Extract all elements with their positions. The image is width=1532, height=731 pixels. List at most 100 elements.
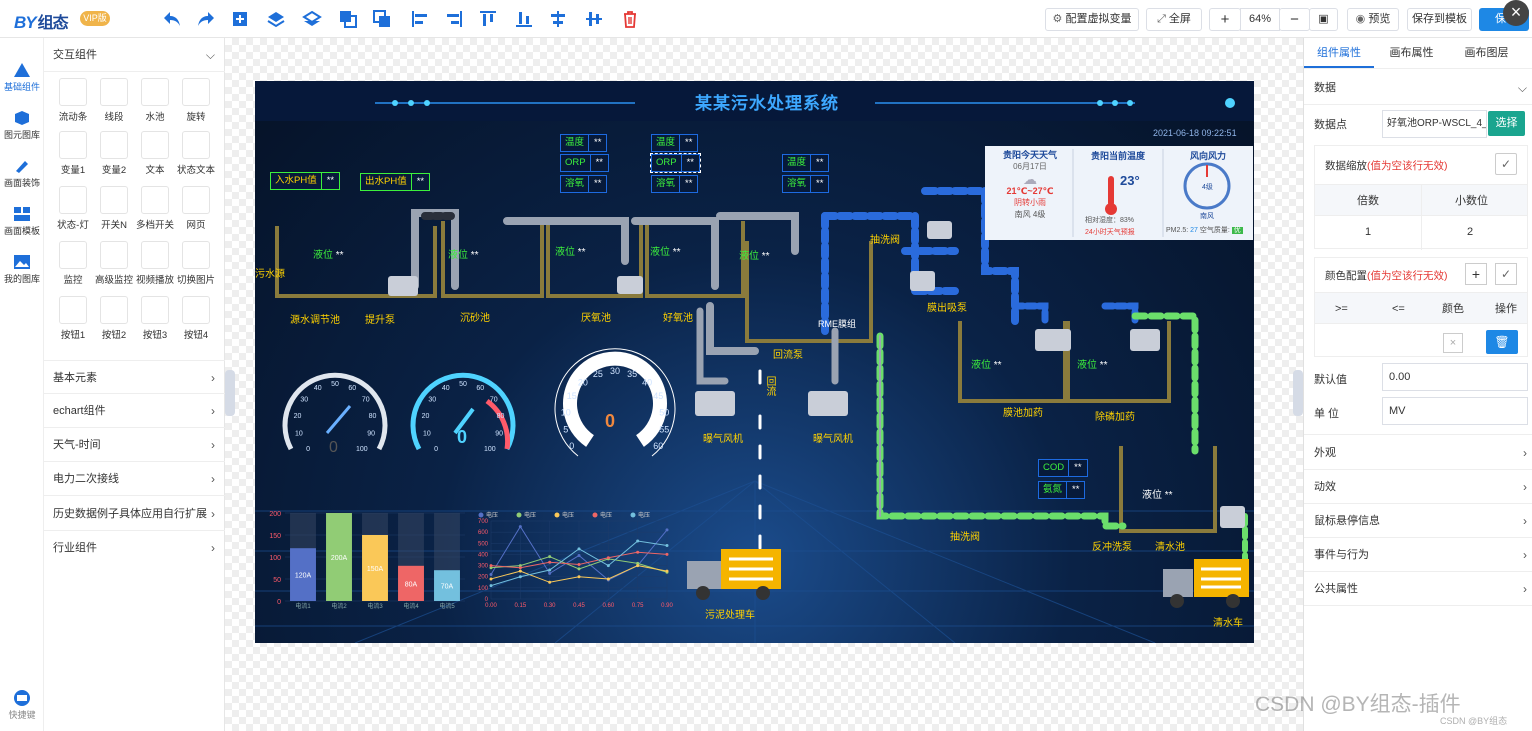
component-item[interactable]: 高级监控 (94, 241, 134, 293)
section-history-data[interactable]: 历史数据例子具体应用自行扩展 › (44, 497, 225, 531)
aerobic-orp-selected[interactable]: ORP ** (650, 153, 701, 173)
chevron-down-icon: ⌵ (205, 48, 215, 62)
component-item[interactable]: 视频播放 (135, 241, 175, 293)
component-item[interactable]: 按钮3 (135, 296, 175, 348)
virtual-var-button[interactable]: ⚙ 配置虚拟变量 (1045, 8, 1139, 31)
line-xtick: 0.30 (544, 603, 556, 609)
membrane-temp[interactable]: 温度 ** (782, 154, 830, 172)
scale-confirm-button[interactable]: ✓ (1495, 153, 1517, 175)
component-item[interactable]: 水池 (135, 78, 175, 130)
outlet-ph-value[interactable]: 出水PH值 ** (360, 173, 431, 191)
right-collapse-handle[interactable] (1293, 370, 1303, 416)
default-value-input[interactable]: 0.00 (1382, 363, 1528, 391)
section-data[interactable]: 数据 ⌵ (1304, 71, 1532, 105)
rail-item-gallery[interactable]: 图元图库 (0, 104, 44, 148)
inlet-ph-value[interactable]: 入水PH值 ** (270, 172, 341, 190)
delete-row-button[interactable]: 🗑 (1486, 330, 1518, 354)
close-button[interactable]: × (1503, 0, 1529, 26)
section-power-wiring[interactable]: 电力二次接线 › (44, 462, 225, 496)
component-item[interactable]: 切换图片 (176, 241, 216, 293)
zoom-level[interactable]: 64% (1240, 8, 1280, 31)
undo-icon[interactable] (162, 9, 182, 29)
layer-up-icon[interactable] (266, 9, 286, 29)
layer-down-icon[interactable] (302, 9, 322, 29)
component-item[interactable]: 按钮1 (53, 296, 93, 348)
component-item[interactable]: 按钮2 (94, 296, 134, 348)
left-collapse-handle[interactable] (225, 370, 235, 416)
align-vcenter-icon[interactable] (548, 9, 568, 29)
section-weather-time[interactable]: 天气-时间 › (44, 428, 225, 462)
section-common[interactable]: 公共属性 › (1304, 572, 1532, 606)
anaerobic-oxygen[interactable]: 溶氧 ** (560, 175, 608, 193)
color-confirm-button[interactable]: ✓ (1495, 263, 1517, 285)
fit-screen-button[interactable]: ▣ (1309, 8, 1338, 31)
zoom-in-button[interactable]: + (1209, 8, 1241, 31)
editor-canvas[interactable]: 0 50 100 150 200 120A 电流1 200A 电流2 150A 电流3 80A 电流4 7… (225, 38, 1303, 731)
save-template-button[interactable]: 保存到模板 (1407, 8, 1472, 31)
bar-category-label: 电流1 (295, 602, 311, 610)
rail-item-decor[interactable]: 画面装饰 (0, 152, 44, 196)
unit-input[interactable]: MV (1382, 397, 1528, 425)
component-item[interactable]: 多档开关 (135, 186, 175, 238)
send-back-icon[interactable] (372, 9, 392, 29)
tab-canvas-props[interactable]: 画布属性 (1374, 38, 1449, 68)
component-item[interactable]: 线段 (94, 78, 134, 130)
section-appearance[interactable]: 外观 › (1304, 436, 1532, 470)
bar-ytick: 150 (269, 533, 281, 540)
section-basic-elements[interactable]: 基本元素 › (44, 360, 225, 394)
component-item[interactable]: 变量2 (94, 131, 134, 183)
anaerobic-orp[interactable]: ORP ** (560, 154, 609, 172)
new-layer-icon[interactable] (230, 9, 250, 29)
anaerobic-temp[interactable]: 温度 ** (560, 134, 608, 152)
component-item[interactable]: 文本 (135, 131, 175, 183)
select-datapoint-button[interactable]: 选择 (1488, 111, 1525, 136)
section-hover-info[interactable]: 鼠标悬停信息 › (1304, 504, 1532, 538)
tab-component-props[interactable]: 组件属性 (1304, 38, 1374, 68)
component-item[interactable]: 监控 (53, 241, 93, 293)
section-interactive[interactable]: 交互组件 ⌵ (44, 38, 225, 72)
section-animation[interactable]: 动效 › (1304, 470, 1532, 504)
align-bottom-icon[interactable] (514, 9, 534, 29)
cod-value[interactable]: COD ** (1038, 459, 1088, 477)
membrane-oxygen[interactable]: 溶氧 ** (782, 175, 830, 193)
component-label: 旋转 (186, 112, 206, 123)
color-swatch[interactable]: × (1443, 333, 1463, 353)
delete-icon[interactable] (620, 9, 640, 29)
align-top-icon[interactable] (478, 9, 498, 29)
tab-canvas-layers[interactable]: 画布图层 (1449, 38, 1524, 68)
rail-item-basic[interactable]: 基础组件 (0, 56, 44, 100)
component-item[interactable]: 网页 (176, 186, 216, 238)
section-events[interactable]: 事件与行为 › (1304, 538, 1532, 572)
fullscreen-button[interactable]: ⤢ 全屏 (1146, 8, 1202, 31)
scada-screen[interactable]: 0 50 100 150 200 120A 电流1 200A 电流2 150A 电流3 80A 电流4 7… (255, 81, 1254, 643)
zoom-out-button[interactable]: − (1279, 8, 1310, 31)
level-tank3: 液位 ** (555, 247, 586, 258)
fan1-label: 曝气风机 (703, 434, 743, 445)
rail-item-template[interactable]: 画面模板 (0, 200, 44, 244)
add-color-button[interactable]: + (1465, 263, 1487, 285)
align-right-icon[interactable] (444, 9, 464, 29)
aerobic-temp[interactable]: 温度 ** (651, 134, 699, 152)
gauge-tick-label: 40 (442, 385, 450, 392)
rail-item-mygallery[interactable]: 我的图库 (0, 248, 44, 292)
ammonia-value[interactable]: 氨氮 ** (1038, 481, 1086, 499)
component-item[interactable]: 开关N (94, 186, 134, 238)
component-item[interactable]: 状态-灯 (53, 186, 93, 238)
align-hcenter-icon[interactable] (584, 9, 604, 29)
component-item[interactable]: 变量1 (53, 131, 93, 183)
component-item[interactable]: 状态文本 (176, 131, 216, 183)
align-left-icon[interactable] (410, 9, 430, 29)
datapoint-input[interactable]: 好氧池ORP-WSCL_4_ (1382, 110, 1487, 138)
rail-item-shortcuts[interactable]: 快捷键 (0, 684, 44, 728)
component-item[interactable]: 旋转 (176, 78, 216, 130)
aerobic-oxygen[interactable]: 溶氧 ** (651, 175, 699, 193)
multiplier-value[interactable]: 1 (1365, 226, 1371, 238)
section-echart[interactable]: echart组件 › (44, 394, 225, 428)
preview-button[interactable]: ◉ 预览 (1347, 8, 1399, 31)
component-item[interactable]: 流动条 (53, 78, 93, 130)
bring-front-icon[interactable] (338, 9, 358, 29)
section-industry[interactable]: 行业组件 › (44, 531, 225, 565)
component-item[interactable]: 按钮4 (176, 296, 216, 348)
redo-icon[interactable] (196, 9, 216, 29)
decimals-value[interactable]: 2 (1467, 226, 1473, 238)
